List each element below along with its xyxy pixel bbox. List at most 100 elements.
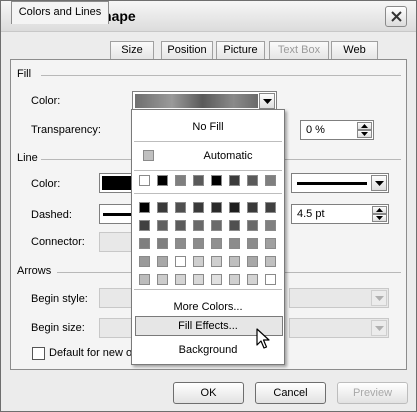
dropdown-button — [371, 320, 387, 336]
line-weight-value: 4.5 pt — [297, 208, 325, 220]
divider — [41, 75, 401, 76]
color-swatch[interactable] — [175, 274, 186, 285]
fill-color-dropdown[interactable] — [132, 91, 277, 111]
color-swatch[interactable] — [175, 256, 186, 267]
color-swatch[interactable] — [211, 256, 222, 267]
color-swatch[interactable] — [247, 256, 258, 267]
color-swatch[interactable] — [211, 202, 222, 213]
automatic-option[interactable]: Automatic — [152, 150, 304, 162]
color-swatch[interactable] — [157, 238, 168, 249]
tab-size[interactable]: Size — [110, 41, 154, 60]
color-swatch[interactable] — [139, 238, 150, 249]
spin-down-button[interactable] — [357, 130, 372, 138]
color-swatch[interactable] — [139, 256, 150, 267]
transparency-spinner[interactable]: 0 % — [300, 120, 374, 140]
color-swatch[interactable] — [193, 202, 204, 213]
color-swatch[interactable] — [193, 175, 204, 186]
color-swatch[interactable] — [139, 202, 150, 213]
color-swatch[interactable] — [175, 175, 186, 186]
color-swatch[interactable] — [247, 202, 258, 213]
preview-button: Preview — [337, 382, 408, 404]
color-swatch[interactable] — [193, 220, 204, 231]
ok-button[interactable]: OK — [173, 382, 244, 404]
color-swatch[interactable] — [157, 220, 168, 231]
arrow-down-icon — [361, 132, 368, 136]
arrow-up-icon — [361, 124, 368, 128]
color-swatch[interactable] — [229, 256, 240, 267]
color-swatch[interactable] — [157, 274, 168, 285]
color-swatch[interactable] — [157, 256, 168, 267]
tab-text-box: Text Box — [269, 41, 329, 60]
color-swatch[interactable] — [265, 256, 276, 267]
color-swatch[interactable] — [265, 220, 276, 231]
end-style-dropdown — [289, 288, 389, 308]
connector-label: Connector: — [31, 236, 85, 248]
color-swatch[interactable] — [265, 175, 276, 186]
chevron-down-icon — [375, 181, 384, 186]
color-swatch[interactable] — [193, 256, 204, 267]
default-checkbox[interactable] — [32, 347, 45, 360]
chevron-down-icon — [375, 296, 384, 301]
color-swatch[interactable] — [229, 274, 240, 285]
separator — [134, 141, 282, 142]
arrows-section-label: Arrows — [17, 265, 52, 277]
color-swatch[interactable] — [229, 238, 240, 249]
close-button[interactable] — [385, 6, 407, 27]
color-swatch[interactable] — [247, 238, 258, 249]
tab-colors-and-lines[interactable]: Colors and Lines — [11, 1, 109, 24]
color-swatch[interactable] — [157, 202, 168, 213]
color-swatch[interactable] — [229, 220, 240, 231]
color-swatch[interactable] — [229, 202, 240, 213]
spin-down-button[interactable] — [372, 214, 387, 222]
color-swatch[interactable] — [139, 175, 150, 186]
color-swatch[interactable] — [211, 238, 222, 249]
color-swatch[interactable] — [247, 274, 258, 285]
no-fill-option[interactable]: No Fill — [132, 121, 284, 133]
color-swatch[interactable] — [193, 274, 204, 285]
tab-web[interactable]: Web — [331, 41, 378, 60]
color-swatch[interactable] — [247, 175, 258, 186]
color-swatch[interactable] — [139, 274, 150, 285]
more-colors-option[interactable]: More Colors... — [132, 301, 284, 313]
color-swatch[interactable] — [157, 175, 168, 186]
line-style-preview — [297, 182, 367, 185]
spin-up-button[interactable] — [372, 206, 387, 214]
color-swatch[interactable] — [193, 238, 204, 249]
color-swatch[interactable] — [211, 274, 222, 285]
tab-label: Size — [121, 44, 143, 56]
fill-section-label: Fill — [17, 68, 32, 80]
dashed-label: Dashed: — [31, 209, 72, 221]
end-size-dropdown — [289, 318, 389, 338]
tab-picture[interactable]: Picture — [216, 41, 265, 60]
tab-position[interactable]: Position — [161, 41, 213, 60]
color-swatch[interactable] — [175, 238, 186, 249]
line-section-label: Line — [17, 152, 38, 164]
cancel-button[interactable]: Cancel — [255, 382, 326, 404]
color-swatch[interactable] — [139, 220, 150, 231]
fill-color-swatch — [135, 94, 258, 108]
line-weight-spinner[interactable]: 4.5 pt — [291, 204, 389, 224]
color-swatch[interactable] — [211, 175, 222, 186]
spin-up-button[interactable] — [357, 122, 372, 130]
chevron-down-icon — [375, 326, 384, 331]
color-swatch[interactable] — [247, 220, 258, 231]
separator — [134, 193, 282, 194]
line-color-label: Color: — [31, 178, 61, 190]
color-swatch[interactable] — [175, 202, 186, 213]
fill-color-label: Color: — [31, 95, 61, 107]
dropdown-button — [371, 290, 387, 306]
line-color-swatch — [102, 176, 134, 190]
color-swatch[interactable] — [211, 220, 222, 231]
color-swatch[interactable] — [265, 202, 276, 213]
tab-label: Picture — [223, 44, 258, 56]
dropdown-button[interactable] — [259, 93, 275, 109]
separator — [134, 289, 282, 290]
dropdown-button[interactable] — [371, 175, 387, 191]
tab-label: Colors and Lines — [18, 6, 102, 18]
color-swatch[interactable] — [229, 175, 240, 186]
color-swatch[interactable] — [175, 220, 186, 231]
transparency-label: Transparency: — [31, 124, 101, 136]
color-swatch[interactable] — [265, 274, 276, 285]
line-style-dropdown[interactable] — [291, 173, 389, 193]
color-swatch[interactable] — [265, 238, 276, 249]
